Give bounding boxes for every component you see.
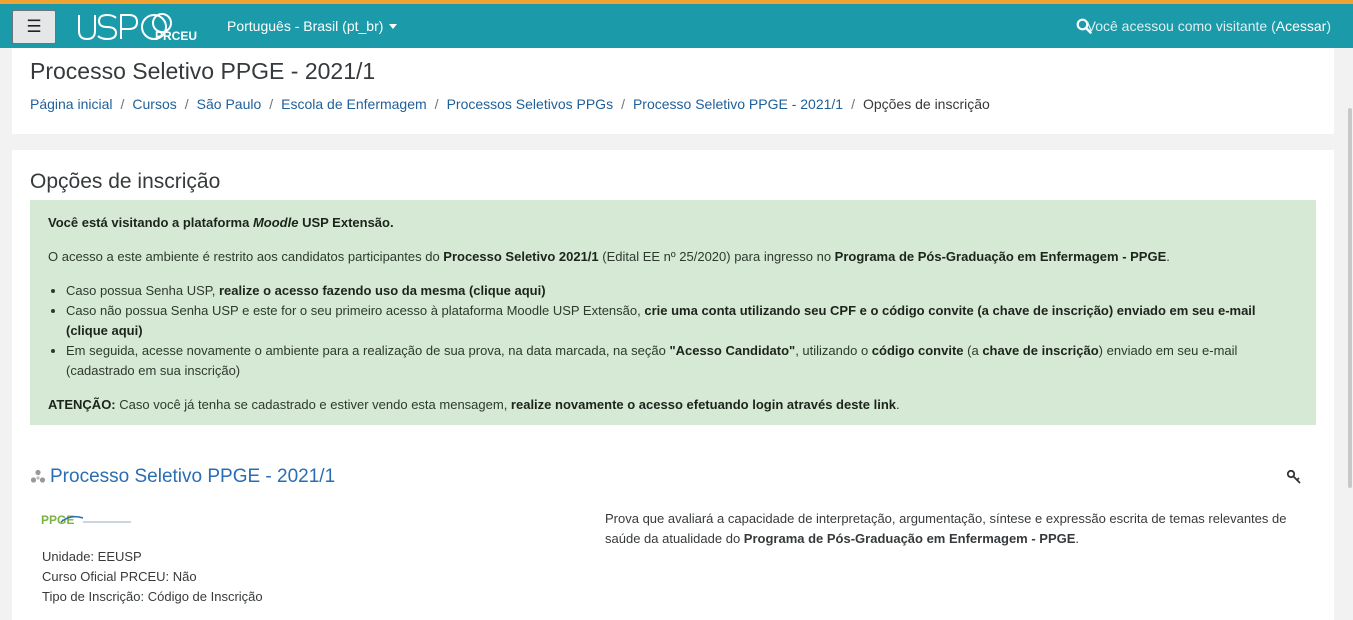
notice-box: Você está visitando a plataforma Moodle … [30,200,1316,425]
section-title: Opções de inscrição [30,170,221,193]
caret-down-icon [389,24,398,29]
breadcrumb-courses[interactable]: Cursos [132,96,176,112]
breadcrumb-separator: / [851,96,855,112]
notice-intro: Você está visitando a plataforma Moodle … [48,215,394,230]
login-again-link[interactable]: realize novamente o acesso efetuando log… [511,397,896,412]
notice-list: Caso possua Senha USP, realize o acesso … [48,281,1298,381]
scrollbar-thumb[interactable] [1348,108,1352,488]
breadcrumb-separator: / [184,96,189,112]
language-menu[interactable]: Português - Brasil (pt_br) [227,18,398,34]
breadcrumb-selection-processes[interactable]: Processos Seletivos PPGs [447,96,614,112]
visitor-close: ) [1326,18,1331,34]
course-meta: Unidade: EEUSP Curso Oficial PRCEU: Não … [42,547,263,607]
key-icon [1286,469,1301,484]
notice-paragraph: O acesso a este ambiente é restrito aos … [48,249,1170,264]
course-enrol-type: Tipo de Inscrição: Código de Inscrição [42,589,263,604]
ppge-logo-text: PPGE [41,513,74,527]
course-official: Curso Oficial PRCEU: Não [42,569,197,584]
breadcrumb-home[interactable]: Página inicial [30,96,113,112]
login-info: Você acessou como visitante (Acessar) [1087,18,1331,34]
breadcrumb-separator: / [120,96,125,112]
notice-list-item: Em seguida, acesse novamente o ambiente … [66,341,1256,381]
scrollbar-track[interactable] [1346,48,1353,609]
breadcrumb: Página inicial / Cursos / São Paulo / Escol… [30,96,990,112]
course-icon [30,469,46,483]
breadcrumb-separator: / [621,96,625,112]
ppge-logo: PPGE [41,513,131,527]
course-unit: Unidade: EEUSP [42,549,142,564]
notice-list-item: Caso não possua Senha USP e este for o s… [66,301,1256,341]
breadcrumb-course[interactable]: Processo Seletivo PPGE - 2021/1 [633,96,843,112]
language-label: Português - Brasil (pt_br) [227,18,384,34]
login-link[interactable]: Acessar [1276,18,1327,34]
notice-attention: ATENÇÃO: Caso você já tenha se cadastrad… [48,397,900,412]
visitor-text: Você acessou como visitante ( [1086,18,1276,34]
menu-icon: ☰ [26,17,42,36]
breadcrumb-sao-paulo[interactable]: São Paulo [197,96,262,112]
breadcrumb-current: Opções de inscrição [862,96,990,112]
svg-text:PRCEU: PRCEU [155,29,197,43]
site-logo[interactable]: PRCEU [76,11,206,43]
page-title: Processo Seletivo PPGE - 2021/1 [30,58,376,84]
breadcrumb-nursing-school[interactable]: Escola de Enfermagem [281,96,427,112]
usp-login-link[interactable]: realize o acesso fazendo uso da mesma (c… [219,283,546,298]
main-region: Opções de inscrição Você está visitando … [12,150,1334,620]
navbar: ☰ PRCEU Português - Brasil (pt_br) Você … [0,0,1353,48]
course-title-link[interactable]: Processo Seletivo PPGE - 2021/1 [50,466,335,488]
page-header: Processo Seletivo PPGE - 2021/1 Página i… [12,48,1334,134]
breadcrumb-separator: / [434,96,439,112]
breadcrumb-separator: / [269,96,274,112]
course-summary: Prova que avaliará a capacidade de inter… [605,511,1287,546]
notice-list-item: Caso possua Senha USP, realize o acesso … [66,281,1298,301]
menu-toggle-button[interactable]: ☰ [12,10,56,44]
